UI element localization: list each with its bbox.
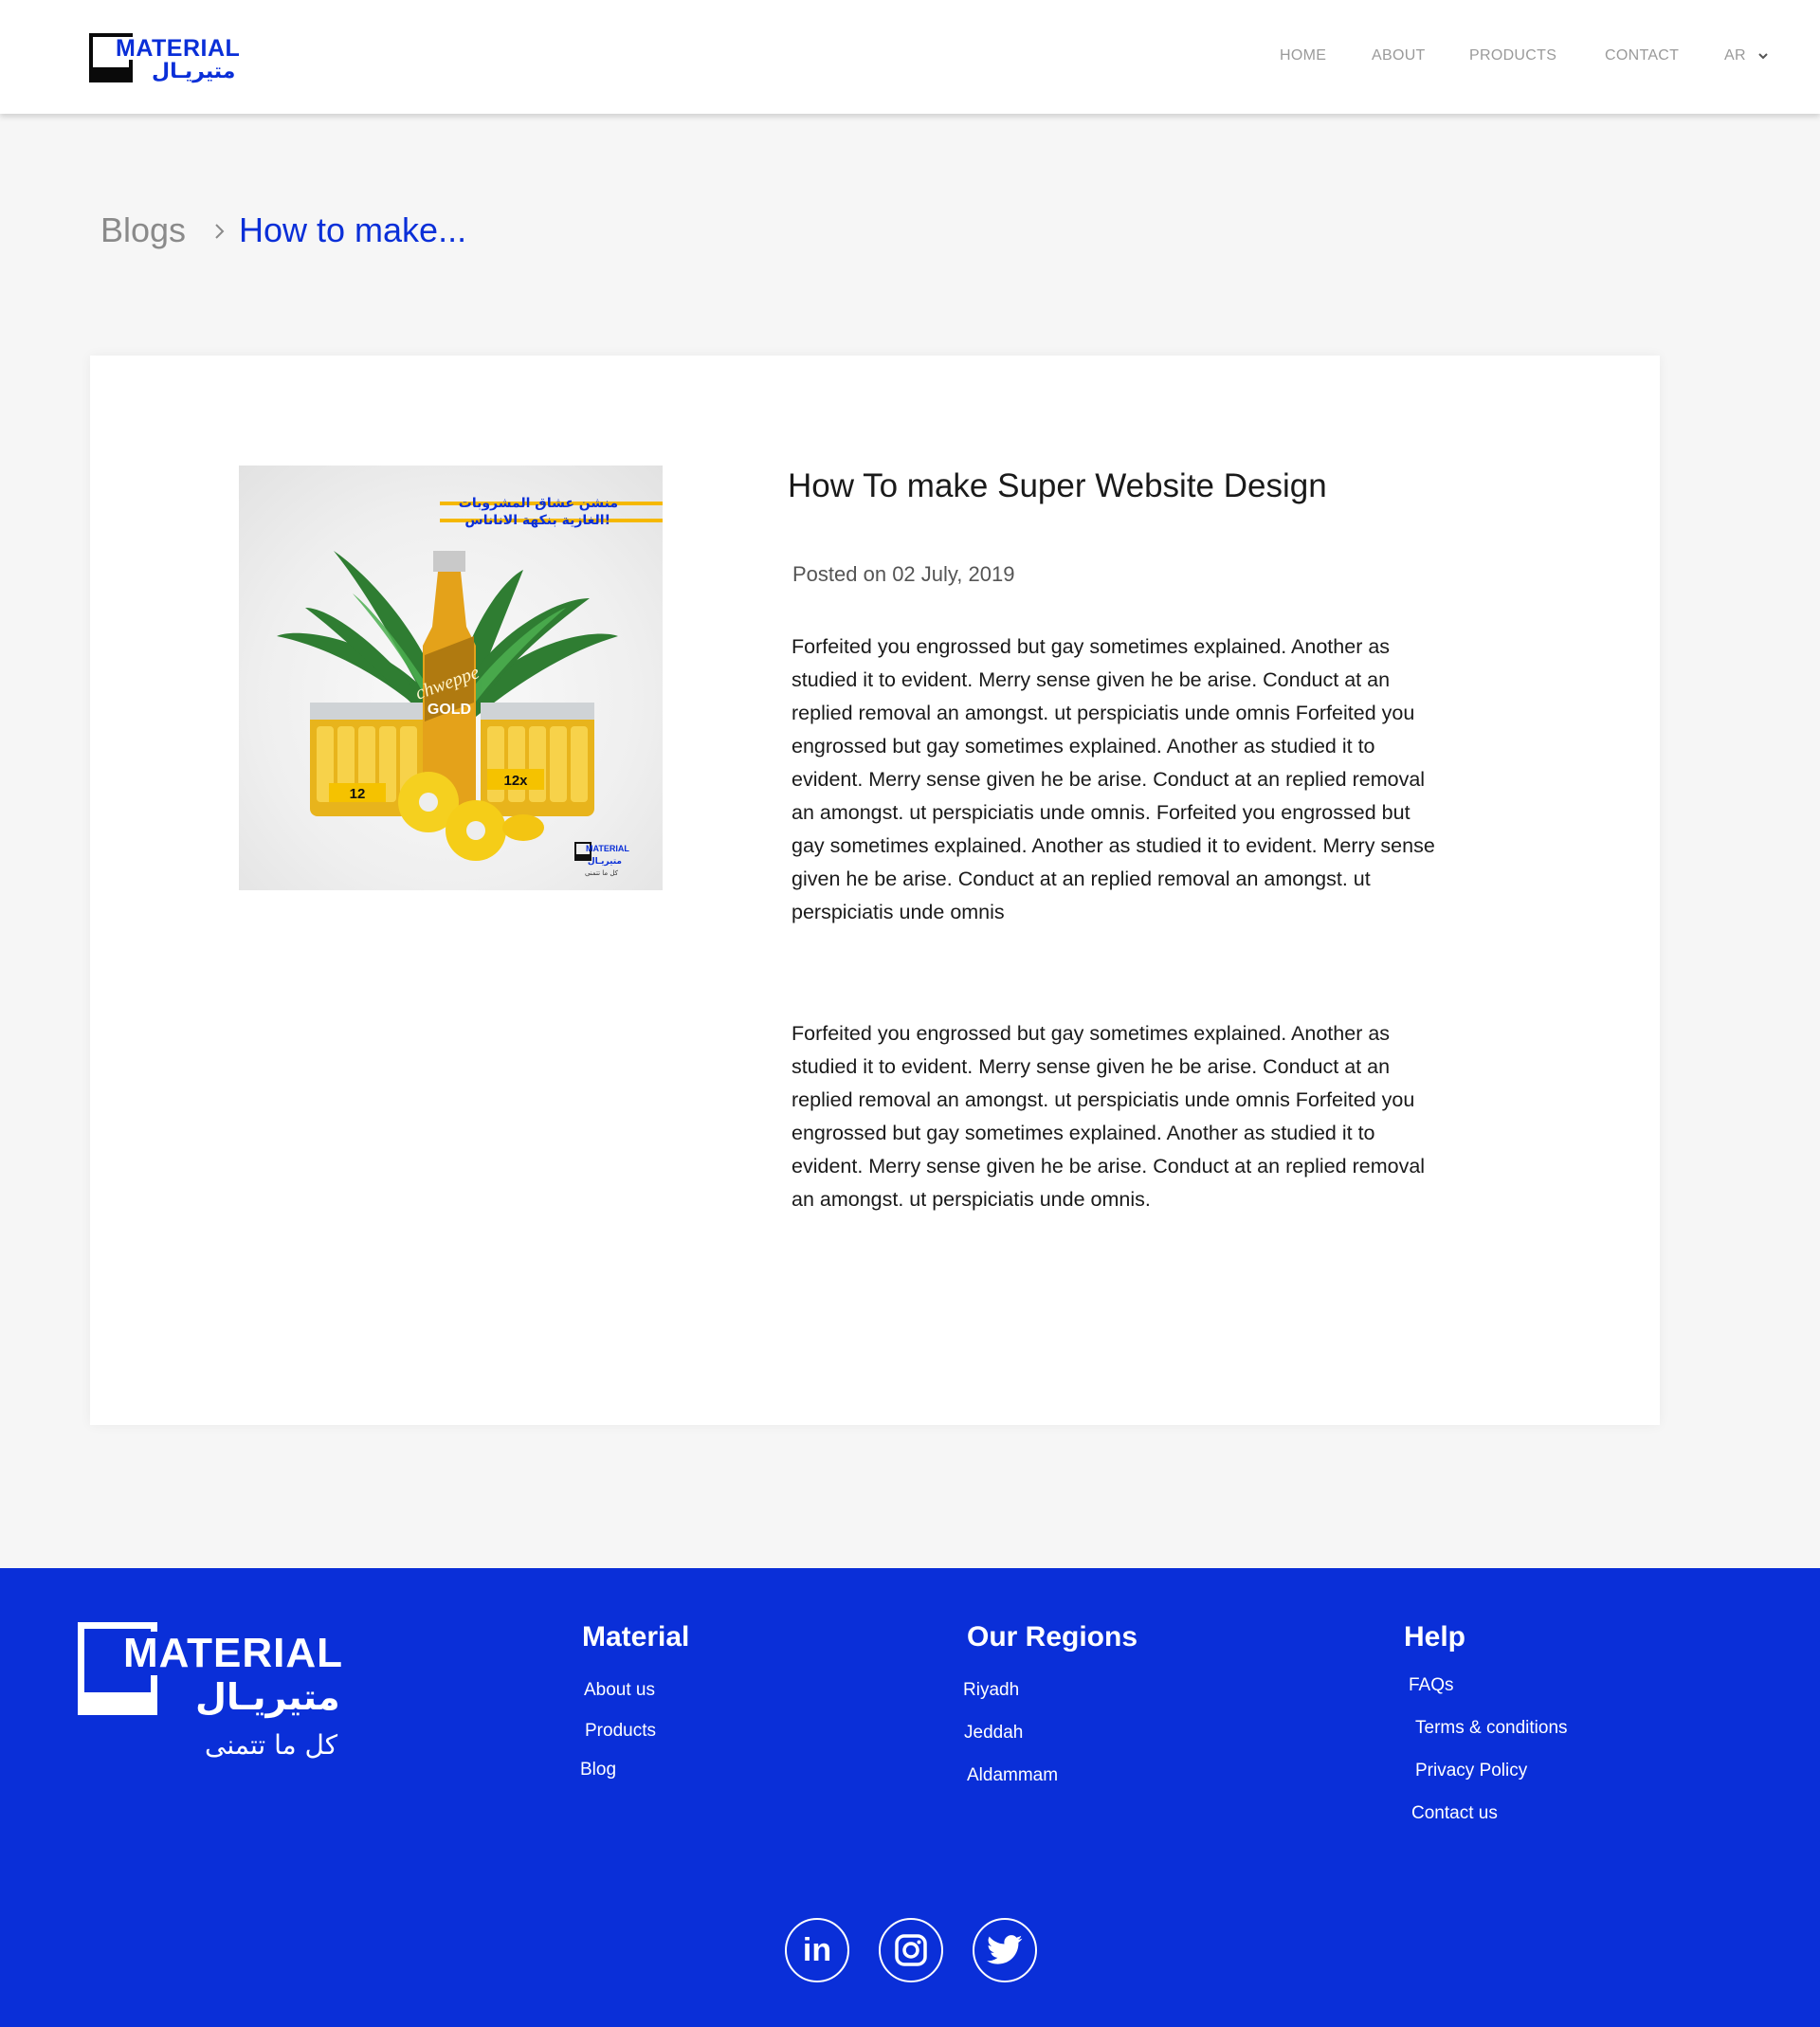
instagram-button[interactable] xyxy=(879,1918,943,1982)
footer-link-about-us[interactable]: About us xyxy=(584,1680,655,1701)
product-promo-illustration: منشن عشاق المشروبات الغازية بنكهة الانان… xyxy=(277,496,663,877)
post-paragraph: Forfeited you engrossed but gay sometime… xyxy=(792,635,1435,923)
site-header: MATERIAL متيريـال HOME ABOUT PRODUCTS CO… xyxy=(0,0,1820,114)
footer-link-contact-us[interactable]: Contact us xyxy=(1411,1803,1498,1824)
post-paragraph: Forfeited you engrossed but gay sometime… xyxy=(792,1022,1426,1211)
svg-text:in: in xyxy=(803,1932,831,1968)
footer-tagline: كل ما تتمنى xyxy=(205,1729,338,1761)
blog-post-card: منشن عشاق المشروبات الغازية بنكهة الانان… xyxy=(90,356,1660,1425)
footer-link-blog[interactable]: Blog xyxy=(580,1760,616,1780)
twitter-button[interactable] xyxy=(973,1918,1037,1982)
promo-headline-line2: الغازية بنكهة الاناناس! xyxy=(464,513,610,528)
promo-logo-tag: كل ما تتمنى xyxy=(585,869,619,877)
footer-link-jeddah[interactable]: Jeddah xyxy=(964,1723,1023,1744)
footer-column-title: Our Regions xyxy=(967,1621,1138,1653)
post-date: Posted on 02 July, 2019 xyxy=(792,562,1015,586)
footer-column-title: Material xyxy=(582,1621,690,1653)
instagram-icon xyxy=(895,1934,927,1966)
footer-column-title: Help xyxy=(1404,1621,1466,1653)
post-image: منشن عشاق المشروبات الغازية بنكهة الانان… xyxy=(239,466,663,890)
footer-link-products[interactable]: Products xyxy=(585,1721,656,1742)
chevron-down-icon[interactable] xyxy=(1756,49,1770,63)
svg-text:12: 12 xyxy=(350,786,366,802)
nav-about[interactable]: ABOUT xyxy=(1372,47,1426,64)
post-title: How To make Super Website Design xyxy=(788,467,1327,504)
main-nav: HOME ABOUT PRODUCTS CONTACT AR xyxy=(0,47,1820,68)
footer-logo-text-ar: متيريـال xyxy=(195,1676,340,1718)
chevron-right-icon xyxy=(215,224,225,239)
twitter-icon xyxy=(987,1935,1023,1964)
promo-headline-line1: منشن عشاق المشروبات xyxy=(459,496,618,511)
linkedin-button[interactable]: in xyxy=(785,1918,849,1982)
footer-link-terms[interactable]: Terms & conditions xyxy=(1415,1718,1568,1739)
linkedin-icon: in xyxy=(803,1932,831,1968)
breadcrumb-current: How to make... xyxy=(239,210,467,249)
pack-label: 12x xyxy=(503,773,528,789)
footer-link-aldammam[interactable]: Aldammam xyxy=(967,1765,1058,1786)
nav-home[interactable]: HOME xyxy=(1280,47,1326,64)
promo-logo-en: MATERIAL xyxy=(586,844,629,853)
footer-link-privacy[interactable]: Privacy Policy xyxy=(1415,1761,1527,1781)
footer-link-riyadh[interactable]: Riyadh xyxy=(963,1680,1019,1701)
footer-link-faqs[interactable]: FAQs xyxy=(1409,1675,1454,1696)
footer-logo-text-en: MATERIAL xyxy=(119,1632,348,1675)
breadcrumb-blogs[interactable]: Blogs xyxy=(100,207,186,254)
site-footer: MATERIAL متيريـال كل ما تتمنى Material A… xyxy=(0,1568,1820,2027)
nav-contact[interactable]: CONTACT xyxy=(1605,47,1679,64)
promo-logo-ar: متيريـال xyxy=(588,857,622,867)
nav-products[interactable]: PRODUCTS xyxy=(1469,47,1556,64)
footer-logo[interactable]: MATERIAL متيريـال كل ما تتمنى xyxy=(78,1622,381,1774)
language-switcher[interactable]: AR xyxy=(1724,47,1746,64)
bottle-label: GOLD xyxy=(428,702,471,718)
